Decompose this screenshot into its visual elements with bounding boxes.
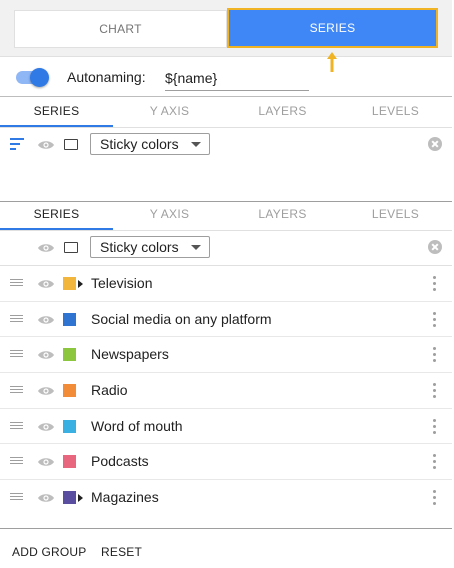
footer-bar: ADD GROUP RESET bbox=[0, 538, 452, 568]
more-vert-icon[interactable] bbox=[433, 454, 436, 470]
drag-handle-icon[interactable] bbox=[10, 350, 23, 359]
series-list: Television Social media on any platform Ne… bbox=[0, 265, 452, 516]
color-swatch[interactable] bbox=[63, 277, 76, 290]
color-swatch[interactable] bbox=[63, 419, 76, 433]
autonaming-label: Autonaming: bbox=[67, 69, 146, 85]
eye-icon[interactable] bbox=[37, 314, 55, 326]
more-vert-icon[interactable] bbox=[433, 383, 436, 399]
chevron-down-icon bbox=[191, 245, 201, 250]
series-row[interactable]: Podcasts bbox=[0, 444, 452, 481]
eye-icon[interactable] bbox=[37, 242, 55, 254]
color-mode-value: Sticky colors bbox=[100, 239, 179, 255]
subtab-y-axis[interactable]: Y AXIS bbox=[113, 97, 226, 127]
drag-handle-icon[interactable] bbox=[10, 457, 23, 466]
controls-row: Sticky colors bbox=[0, 128, 452, 162]
autonaming-row: Autonaming: bbox=[0, 62, 452, 96]
series-name: Podcasts bbox=[91, 453, 149, 470]
drag-handle-icon[interactable] bbox=[10, 493, 23, 502]
color-swatch[interactable] bbox=[63, 384, 76, 398]
controls-row: Sticky colors bbox=[0, 231, 452, 265]
series-panel-top: SERIES Y AXIS LAYERS LEVELS Sticky color… bbox=[0, 96, 452, 202]
clear-icon[interactable] bbox=[428, 137, 442, 151]
drag-handle-icon[interactable] bbox=[10, 314, 23, 324]
eye-icon[interactable] bbox=[37, 456, 55, 468]
subtab-levels[interactable]: LEVELS bbox=[339, 97, 452, 127]
series-name: Television bbox=[91, 275, 153, 291]
eye-icon[interactable] bbox=[37, 139, 55, 151]
series-row[interactable]: Magazines bbox=[0, 480, 452, 516]
more-vert-icon[interactable] bbox=[433, 490, 436, 506]
color-mode-select[interactable]: Sticky colors bbox=[90, 133, 210, 155]
more-vert-icon[interactable] bbox=[433, 276, 436, 291]
eye-icon[interactable] bbox=[37, 385, 55, 397]
series-name: Newspapers bbox=[91, 346, 169, 363]
drag-handle-icon[interactable] bbox=[10, 421, 23, 431]
series-name: Magazines bbox=[91, 489, 159, 506]
eye-icon[interactable] bbox=[37, 278, 55, 290]
series-row[interactable]: Television bbox=[0, 266, 452, 302]
expand-arrow-icon[interactable] bbox=[78, 280, 83, 288]
more-vert-icon[interactable] bbox=[433, 311, 436, 327]
color-mode-value: Sticky colors bbox=[100, 136, 179, 152]
series-row[interactable]: Radio bbox=[0, 373, 452, 409]
eye-icon[interactable] bbox=[37, 492, 55, 504]
series-row[interactable]: Social media on any platform bbox=[0, 302, 452, 338]
drag-handle-icon[interactable] bbox=[10, 386, 23, 395]
clear-icon[interactable] bbox=[428, 240, 442, 254]
color-swatch[interactable] bbox=[63, 491, 76, 505]
color-swatch[interactable] bbox=[63, 312, 76, 326]
tab-series[interactable]: SERIES bbox=[227, 8, 438, 48]
subtab-y-axis[interactable]: Y AXIS bbox=[113, 200, 226, 230]
more-vert-icon[interactable] bbox=[433, 418, 436, 434]
chevron-down-icon bbox=[191, 142, 201, 147]
subtab-bar: SERIES Y AXIS LAYERS LEVELS bbox=[0, 200, 452, 231]
frame-icon[interactable] bbox=[64, 139, 78, 150]
series-row[interactable]: Newspapers bbox=[0, 337, 452, 374]
series-panel-main: SERIES Y AXIS LAYERS LEVELS Sticky color… bbox=[0, 200, 452, 529]
series-name: Social media on any platform bbox=[91, 310, 272, 327]
frame-icon[interactable] bbox=[64, 242, 78, 253]
tab-chart[interactable]: CHART bbox=[14, 10, 227, 48]
eye-icon[interactable] bbox=[37, 421, 55, 433]
series-name: Word of mouth bbox=[91, 417, 183, 434]
autonaming-toggle[interactable] bbox=[16, 68, 50, 87]
subtab-layers[interactable]: LAYERS bbox=[226, 200, 339, 230]
drag-handle-icon[interactable] bbox=[10, 279, 23, 288]
subtab-series[interactable]: SERIES bbox=[0, 97, 113, 127]
color-swatch[interactable] bbox=[63, 348, 76, 362]
add-group-button[interactable]: ADD GROUP bbox=[12, 545, 86, 559]
color-mode-select[interactable]: Sticky colors bbox=[90, 236, 210, 258]
color-swatch[interactable] bbox=[63, 455, 76, 469]
eye-icon[interactable] bbox=[37, 349, 55, 361]
top-tab-bar: CHART SERIES bbox=[0, 0, 452, 57]
subtab-bar: SERIES Y AXIS LAYERS LEVELS bbox=[0, 97, 452, 128]
series-row[interactable]: Word of mouth bbox=[0, 409, 452, 445]
toggle-knob bbox=[30, 68, 49, 87]
expand-arrow-icon[interactable] bbox=[78, 494, 83, 503]
more-vert-icon[interactable] bbox=[433, 347, 436, 363]
subtab-series[interactable]: SERIES bbox=[0, 200, 113, 230]
reset-button[interactable]: RESET bbox=[101, 545, 142, 559]
subtab-levels[interactable]: LEVELS bbox=[339, 200, 452, 230]
series-name: Radio bbox=[91, 382, 128, 399]
sort-icon[interactable] bbox=[10, 138, 24, 150]
subtab-layers[interactable]: LAYERS bbox=[226, 97, 339, 127]
autonaming-input[interactable] bbox=[165, 66, 309, 91]
